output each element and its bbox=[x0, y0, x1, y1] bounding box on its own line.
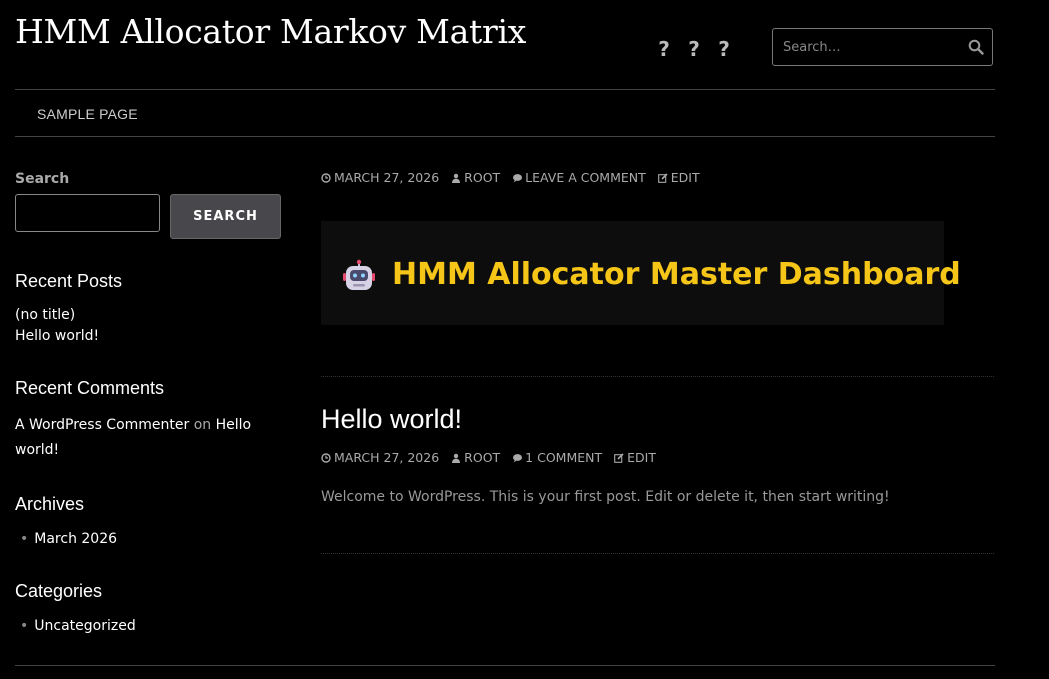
archives-heading: Archives bbox=[15, 494, 85, 514]
comment-icon bbox=[513, 173, 523, 182]
dashboard-title: HMM Allocator Master Dashboard bbox=[392, 257, 961, 292]
post-date-link[interactable]: MARCH 27, 2026 bbox=[334, 170, 439, 185]
header-divider bbox=[15, 89, 995, 90]
post-author-link[interactable]: ROOT bbox=[464, 170, 500, 185]
sidebar-search-input[interactable] bbox=[15, 194, 160, 232]
post-divider bbox=[321, 376, 994, 377]
post-author-link[interactable]: ROOT bbox=[464, 450, 500, 465]
comment-on-text: on bbox=[193, 417, 212, 433]
recent-comments-heading: Recent Comments bbox=[15, 378, 165, 398]
post-date-link[interactable]: MARCH 27, 2026 bbox=[334, 450, 439, 465]
comment-icon bbox=[513, 453, 523, 462]
post-meta: MARCH 27, 2026 ROOT 1 COMMENT EDIT bbox=[321, 450, 656, 465]
post-divider bbox=[321, 553, 994, 554]
user-icon bbox=[452, 453, 461, 463]
recent-post-link[interactable]: Hello world! bbox=[15, 324, 99, 349]
social-icon-3[interactable]: ? bbox=[715, 37, 733, 61]
clock-icon bbox=[321, 452, 331, 463]
search-icon[interactable] bbox=[968, 39, 984, 55]
categories-heading: Categories bbox=[15, 581, 103, 601]
recent-comment-item: A WordPress Commenter on Hello world! bbox=[15, 413, 275, 463]
clock-icon bbox=[321, 172, 331, 183]
user-icon bbox=[452, 173, 461, 183]
edit-post-link[interactable]: EDIT bbox=[671, 170, 700, 185]
nav-item-sample-page[interactable]: SAMPLE PAGE bbox=[37, 106, 138, 122]
edit-post-link[interactable]: EDIT bbox=[627, 450, 656, 465]
post-excerpt: Welcome to WordPress. This is your first… bbox=[321, 489, 890, 505]
post-title[interactable]: Hello world! bbox=[321, 404, 462, 435]
comments-link[interactable]: 1 COMMENT bbox=[525, 450, 602, 465]
edit-icon bbox=[614, 452, 624, 463]
header-search bbox=[772, 28, 993, 66]
footer-divider bbox=[15, 665, 995, 666]
nav-divider bbox=[15, 136, 995, 137]
site-title[interactable]: HMM Allocator Markov Matrix bbox=[15, 12, 526, 51]
social-links: ? ? ? bbox=[655, 37, 733, 61]
sidebar-search-button[interactable]: SEARCH bbox=[170, 194, 281, 239]
category-link[interactable]: Uncategorized bbox=[20, 618, 135, 634]
robot-icon bbox=[343, 259, 375, 290]
archive-link[interactable]: March 2026 bbox=[20, 531, 117, 547]
sidebar-search-label: Search bbox=[15, 171, 70, 187]
leave-comment-link[interactable]: LEAVE A COMMENT bbox=[525, 170, 646, 185]
header-search-input[interactable] bbox=[773, 29, 963, 65]
post-meta: MARCH 27, 2026 ROOT LEAVE A COMMENT EDIT bbox=[321, 170, 700, 185]
comment-author-link[interactable]: A WordPress Commenter bbox=[15, 417, 189, 433]
social-icon-1[interactable]: ? bbox=[655, 37, 673, 61]
recent-posts-heading: Recent Posts bbox=[15, 271, 123, 291]
edit-icon bbox=[657, 172, 668, 183]
social-icon-2[interactable]: ? bbox=[685, 37, 703, 61]
dashboard-banner: HMM Allocator Master Dashboard bbox=[321, 221, 961, 325]
